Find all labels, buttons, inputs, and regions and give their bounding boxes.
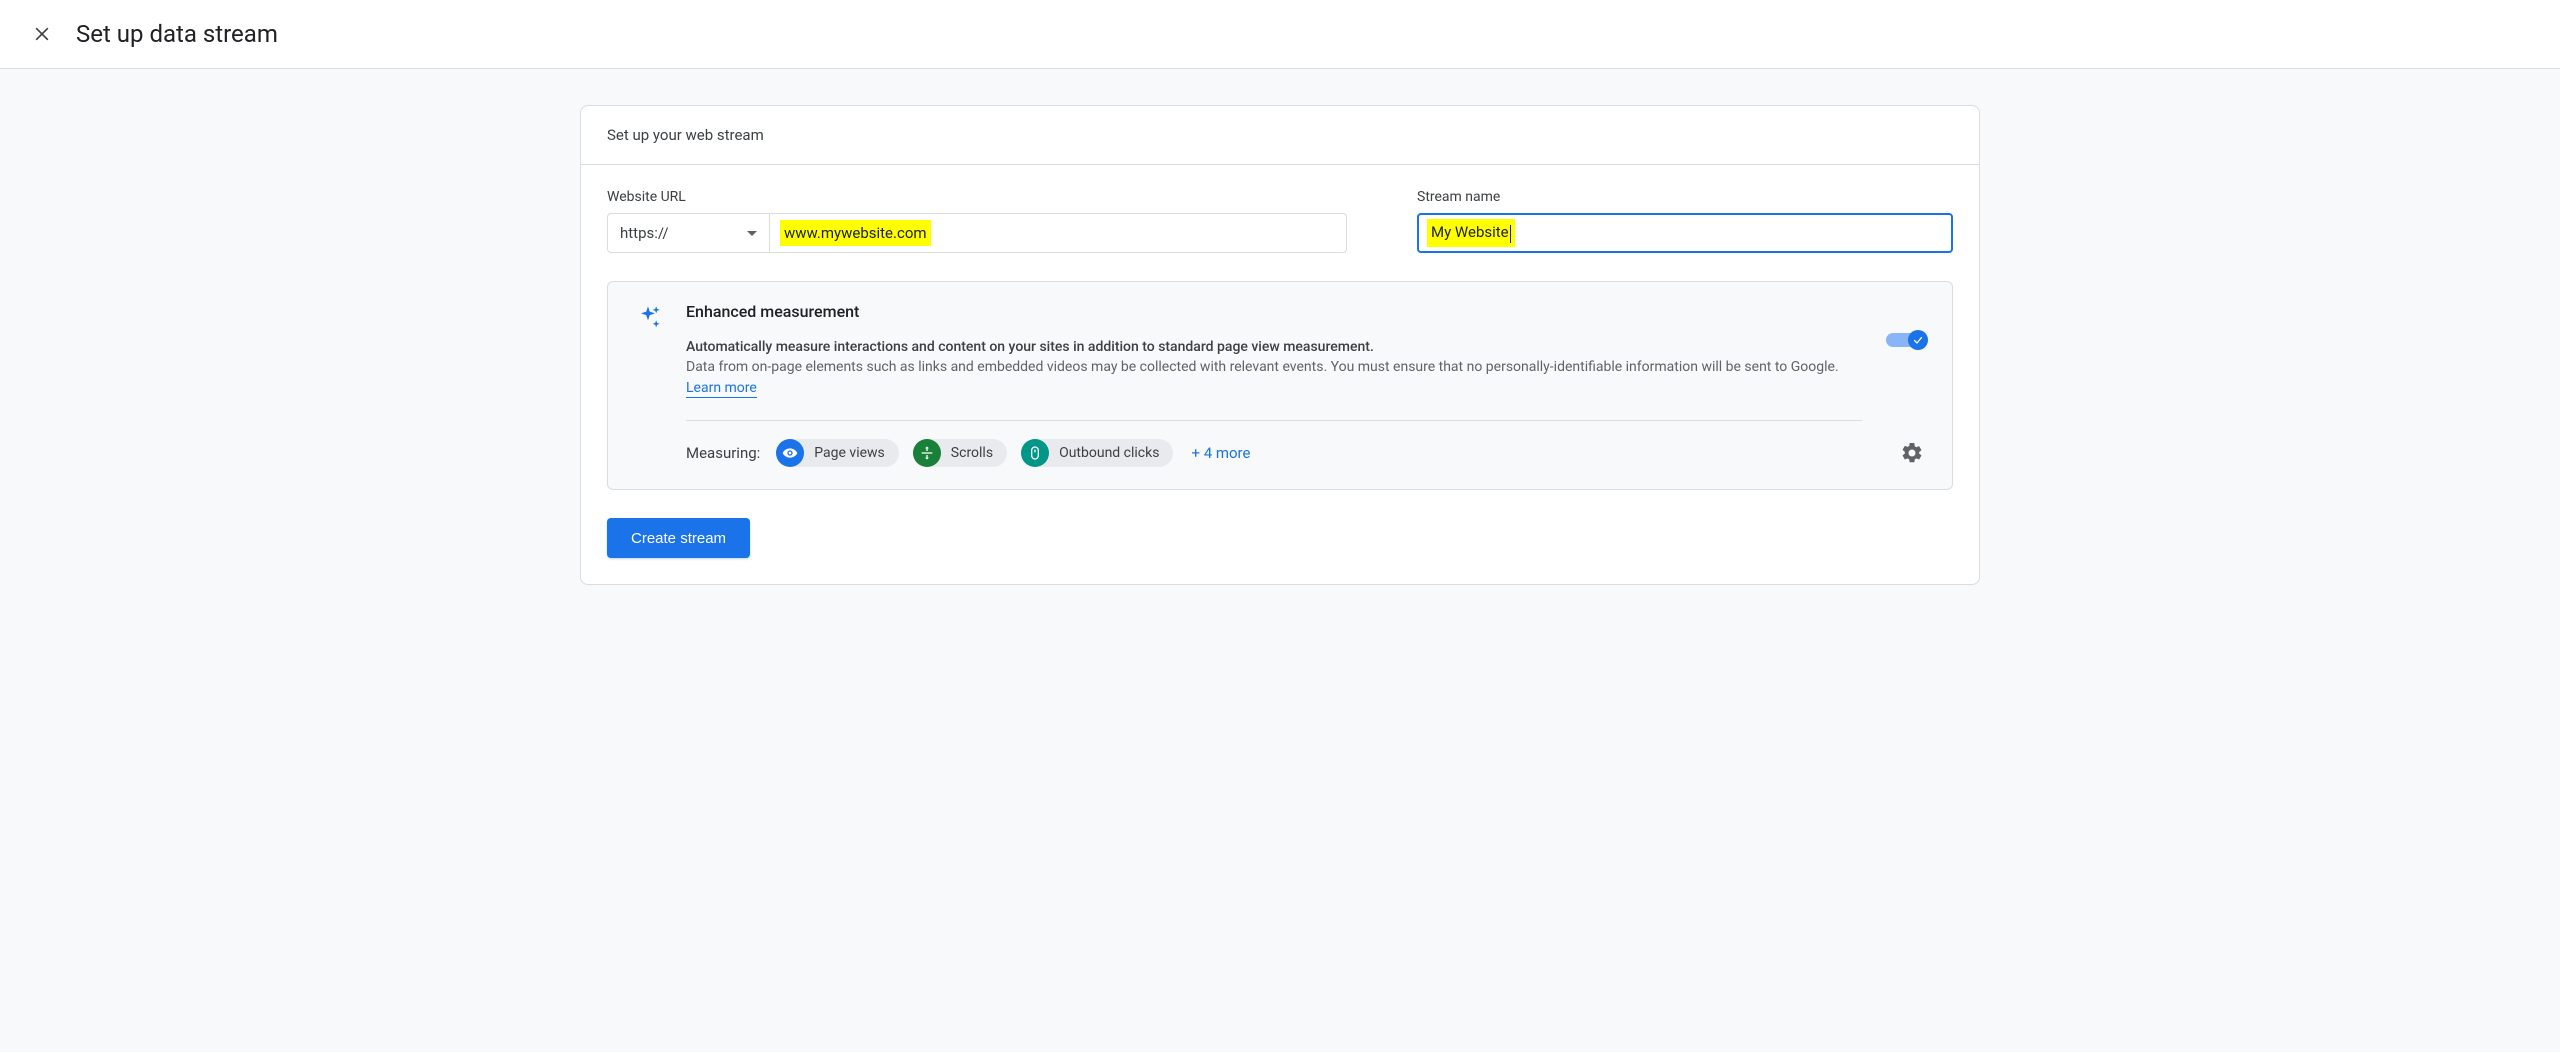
sparkle-icon xyxy=(634,302,662,467)
create-stream-button[interactable]: Create stream xyxy=(607,518,750,558)
learn-more-link[interactable]: Learn more xyxy=(686,380,757,398)
measuring-label: Measuring: xyxy=(686,444,760,462)
website-url-input[interactable]: www.mywebsite.com xyxy=(769,213,1347,253)
scroll-icon xyxy=(913,439,941,467)
chip-label: Outbound clicks xyxy=(1059,445,1159,461)
mouse-icon xyxy=(1021,439,1049,467)
eye-icon xyxy=(776,439,804,467)
stream-name-value: My Website xyxy=(1427,219,1515,246)
more-measurements-link[interactable]: + 4 more xyxy=(1191,444,1250,462)
chip-label: Page views xyxy=(814,445,885,461)
dialog-title: Set up data stream xyxy=(76,20,278,48)
protocol-select[interactable]: https:// xyxy=(607,213,769,253)
enhanced-settings-button[interactable] xyxy=(1898,439,1926,467)
close-button[interactable] xyxy=(30,22,54,46)
enhanced-content: Enhanced measurement Automatically measu… xyxy=(686,302,1862,467)
check-icon xyxy=(1908,330,1928,350)
chip-scrolls: Scrolls xyxy=(913,439,1007,467)
chevron-down-icon xyxy=(747,231,757,236)
enhanced-measurement-card: Enhanced measurement Automatically measu… xyxy=(607,281,1953,490)
form-row: Website URL https:// www.mywebsite.com S… xyxy=(607,189,1953,253)
enhanced-toggle[interactable] xyxy=(1886,330,1926,350)
panel-body: Website URL https:// www.mywebsite.com S… xyxy=(581,165,1979,584)
enhanced-title: Enhanced measurement xyxy=(686,302,1862,321)
gear-icon xyxy=(1900,441,1924,465)
chip-page-views: Page views xyxy=(776,439,899,467)
stream-name-input[interactable]: My Website xyxy=(1417,213,1953,253)
close-icon xyxy=(32,24,52,44)
website-url-label: Website URL xyxy=(607,189,1347,205)
enhanced-desc-1: Automatically measure interactions and c… xyxy=(686,339,1862,355)
website-url-value: www.mywebsite.com xyxy=(780,220,931,246)
setup-panel: Set up your web stream Website URL https… xyxy=(580,105,1980,585)
divider xyxy=(686,420,1862,421)
protocol-value: https:// xyxy=(620,224,669,242)
measuring-row: Measuring: Page views Scrolls xyxy=(686,439,1862,467)
enhanced-desc-2: Data from on-page elements such as links… xyxy=(686,357,1862,378)
stream-name-field: Stream name My Website xyxy=(1417,189,1953,253)
enhanced-controls xyxy=(1886,302,1926,467)
panel-subtitle: Set up your web stream xyxy=(581,106,1979,165)
stream-name-label: Stream name xyxy=(1417,189,1953,205)
chip-label: Scrolls xyxy=(951,445,993,461)
website-url-field: Website URL https:// www.mywebsite.com xyxy=(607,189,1347,253)
url-input-group: https:// www.mywebsite.com xyxy=(607,213,1347,253)
chip-outbound-clicks: Outbound clicks xyxy=(1021,439,1173,467)
dialog-header: Set up data stream xyxy=(0,0,2560,69)
page-body: Set up your web stream Website URL https… xyxy=(0,69,2560,1052)
